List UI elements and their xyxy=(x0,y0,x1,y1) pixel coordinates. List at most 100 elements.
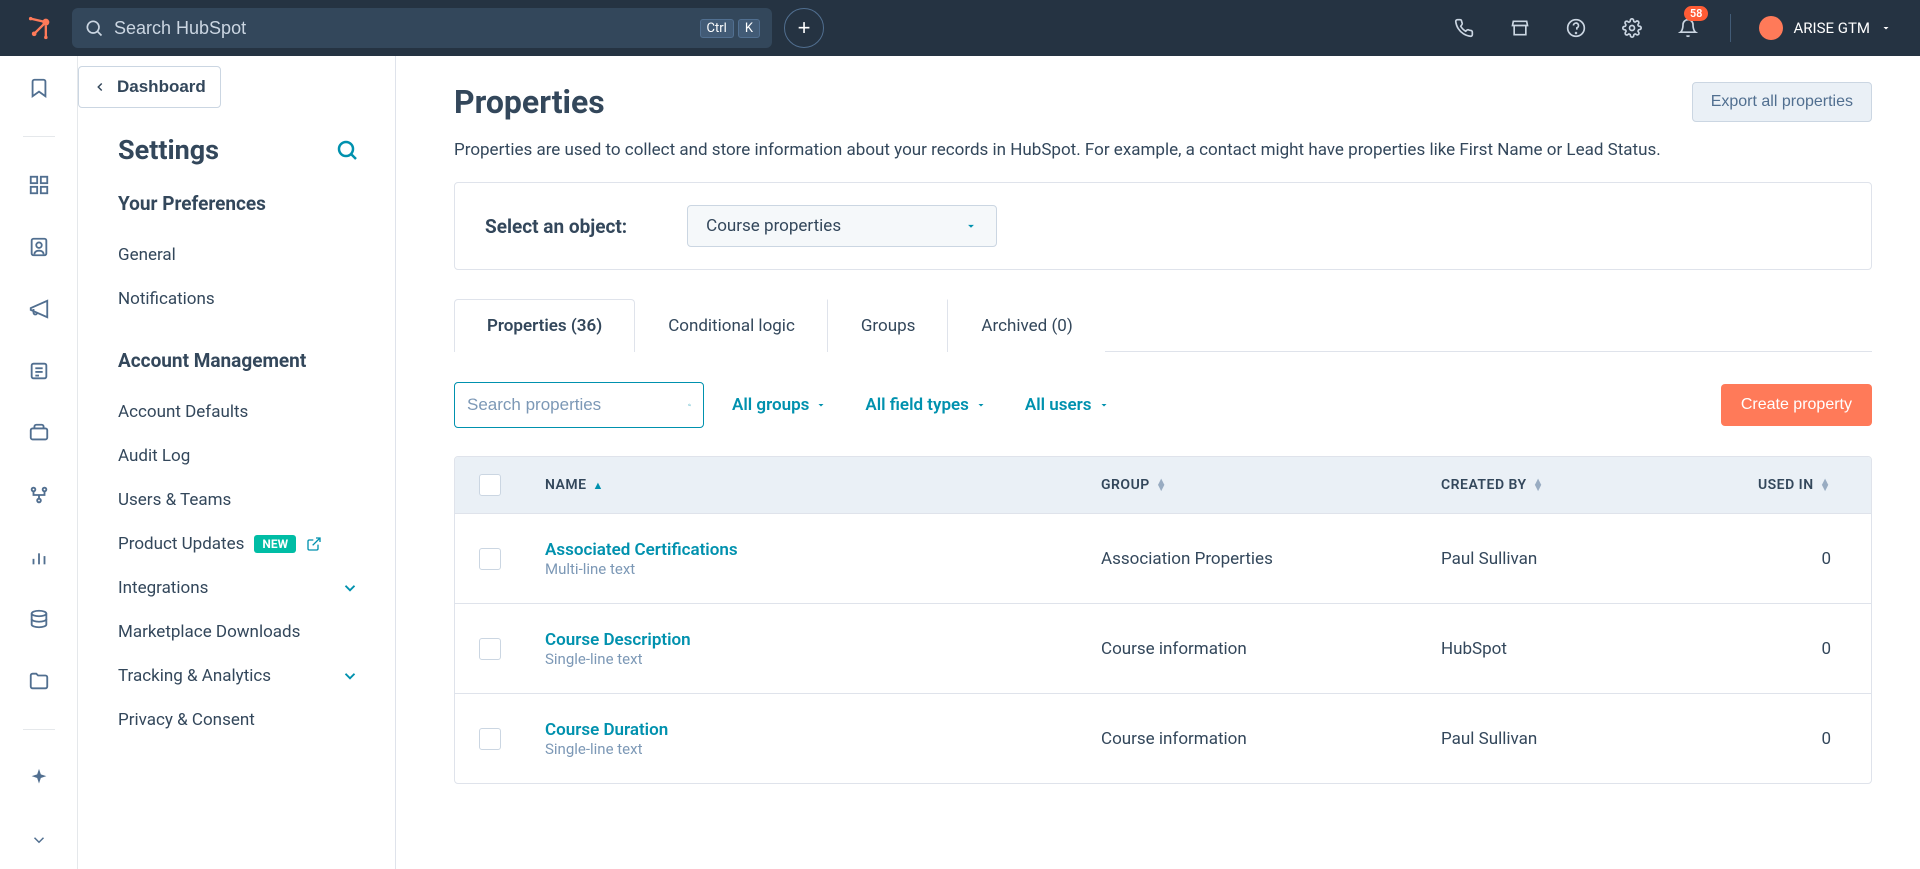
phone-icon[interactable] xyxy=(1442,8,1486,48)
library-icon[interactable] xyxy=(25,667,53,695)
caret-down-icon xyxy=(815,399,827,411)
sidebar-item-notifications[interactable]: Notifications xyxy=(118,277,359,321)
notifications-icon[interactable]: 58 xyxy=(1666,8,1710,48)
column-created-by[interactable]: CREATED BY ▲▼ xyxy=(1441,477,1731,493)
new-badge: NEW xyxy=(254,535,296,553)
caret-down-icon xyxy=(1098,399,1110,411)
tab-properties[interactable]: Properties (36) xyxy=(454,299,635,352)
export-all-button[interactable]: Export all properties xyxy=(1692,82,1872,122)
property-created-by: Paul Sullivan xyxy=(1441,729,1731,749)
table-row[interactable]: Course Duration Single-line text Course … xyxy=(455,693,1871,783)
data-icon[interactable] xyxy=(25,605,53,633)
tabs: Properties (36) Conditional logic Groups… xyxy=(454,298,1872,352)
property-used-in: 0 xyxy=(1731,549,1871,569)
filter-field-types[interactable]: All field types xyxy=(855,395,997,415)
properties-table: NAME ▲ GROUP ▲▼ CREATED BY ▲▼ USED IN ▲▼… xyxy=(454,456,1872,784)
sidebar-item-general[interactable]: General xyxy=(118,233,359,277)
external-link-icon xyxy=(306,536,322,552)
column-name[interactable]: NAME ▲ xyxy=(525,477,1101,493)
reporting-icon[interactable] xyxy=(25,543,53,571)
sidebar-item-marketplace[interactable]: Marketplace Downloads xyxy=(118,610,359,654)
page-description: Properties are used to collect and store… xyxy=(454,140,1872,160)
bookmark-icon[interactable] xyxy=(25,74,53,102)
notification-badge: 58 xyxy=(1684,6,1709,21)
search-icon xyxy=(688,394,691,416)
chevron-down-icon xyxy=(1880,22,1892,34)
content-icon[interactable] xyxy=(25,357,53,385)
row-checkbox[interactable] xyxy=(479,638,501,660)
column-group[interactable]: GROUP ▲▼ xyxy=(1101,477,1441,493)
account-menu[interactable]: ARISE GTM xyxy=(1751,16,1900,40)
marketplace-icon[interactable] xyxy=(1498,8,1542,48)
property-search[interactable] xyxy=(454,382,704,428)
page-title: Properties xyxy=(454,83,605,121)
filter-row: All groups All field types All users Cre… xyxy=(454,382,1872,428)
settings-heading: Settings xyxy=(118,134,219,166)
tab-groups[interactable]: Groups xyxy=(828,299,949,352)
commerce-icon[interactable] xyxy=(25,419,53,447)
row-checkbox[interactable] xyxy=(479,728,501,750)
sidebar-item-privacy[interactable]: Privacy & Consent xyxy=(118,698,359,742)
property-group: Association Properties xyxy=(1101,549,1441,569)
property-used-in: 0 xyxy=(1731,639,1871,659)
ai-icon[interactable] xyxy=(25,764,53,792)
caret-down-icon xyxy=(975,399,987,411)
settings-sidebar: Dashboard Settings Your Preferences Gene… xyxy=(78,56,396,869)
preferences-heading: Your Preferences xyxy=(118,192,359,215)
property-name-link[interactable]: Associated Certifications xyxy=(545,540,738,560)
sort-icon: ▲▼ xyxy=(1533,479,1544,491)
select-all-checkbox[interactable] xyxy=(479,474,501,496)
grid-icon[interactable] xyxy=(25,171,53,199)
divider xyxy=(1730,14,1731,42)
sidebar-item-account-defaults[interactable]: Account Defaults xyxy=(118,390,359,434)
property-created-by: HubSpot xyxy=(1441,639,1731,659)
global-search[interactable]: Ctrl K xyxy=(72,8,772,48)
property-group: Course information xyxy=(1101,639,1441,659)
chevron-left-icon xyxy=(93,80,107,94)
help-icon[interactable] xyxy=(1554,8,1598,48)
property-search-input[interactable] xyxy=(467,395,688,415)
object-select[interactable]: Course properties xyxy=(687,205,997,247)
object-selector-box: Select an object: Course properties xyxy=(454,182,1872,270)
settings-search-icon[interactable] xyxy=(335,138,359,162)
sort-icon: ▲▼ xyxy=(1820,479,1831,491)
avatar xyxy=(1759,16,1783,40)
select-object-label: Select an object: xyxy=(485,215,627,238)
filter-groups[interactable]: All groups xyxy=(722,395,837,415)
expand-icon[interactable] xyxy=(25,826,53,854)
create-button[interactable]: + xyxy=(784,8,824,48)
hubspot-logo[interactable] xyxy=(20,14,60,42)
row-checkbox[interactable] xyxy=(479,548,501,570)
search-input[interactable] xyxy=(114,18,690,39)
automation-icon[interactable] xyxy=(25,481,53,509)
property-type: Single-line text xyxy=(545,740,668,758)
megaphone-icon[interactable] xyxy=(25,295,53,323)
left-rail xyxy=(0,56,78,869)
property-type: Multi-line text xyxy=(545,560,738,578)
property-name-link[interactable]: Course Duration xyxy=(545,720,668,740)
account-name: ARISE GTM xyxy=(1793,19,1870,37)
sort-asc-icon: ▲ xyxy=(593,479,604,492)
column-used-in[interactable]: USED IN ▲▼ xyxy=(1731,477,1871,493)
property-type: Single-line text xyxy=(545,650,691,668)
table-row[interactable]: Course Description Single-line text Cour… xyxy=(455,603,1871,693)
dashboard-back-button[interactable]: Dashboard xyxy=(78,66,221,108)
contacts-icon[interactable] xyxy=(25,233,53,261)
property-name-link[interactable]: Course Description xyxy=(545,630,691,650)
sidebar-item-product-updates[interactable]: Product Updates NEW xyxy=(118,522,359,566)
sidebar-item-audit-log[interactable]: Audit Log xyxy=(118,434,359,478)
search-icon xyxy=(84,18,104,38)
chevron-down-icon xyxy=(341,579,359,597)
filter-users[interactable]: All users xyxy=(1015,395,1120,415)
create-property-button[interactable]: Create property xyxy=(1721,384,1872,426)
top-nav: Ctrl K + 58 ARISE GTM xyxy=(0,0,1920,56)
tab-conditional-logic[interactable]: Conditional logic xyxy=(635,299,828,352)
sidebar-item-users-teams[interactable]: Users & Teams xyxy=(118,478,359,522)
settings-icon[interactable] xyxy=(1610,8,1654,48)
main-content: Properties Export all properties Propert… xyxy=(396,56,1920,869)
property-used-in: 0 xyxy=(1731,729,1871,749)
sidebar-item-tracking[interactable]: Tracking & Analytics xyxy=(118,654,359,698)
table-row[interactable]: Associated Certifications Multi-line tex… xyxy=(455,513,1871,603)
sidebar-item-integrations[interactable]: Integrations xyxy=(118,566,359,610)
tab-archived[interactable]: Archived (0) xyxy=(948,299,1104,352)
